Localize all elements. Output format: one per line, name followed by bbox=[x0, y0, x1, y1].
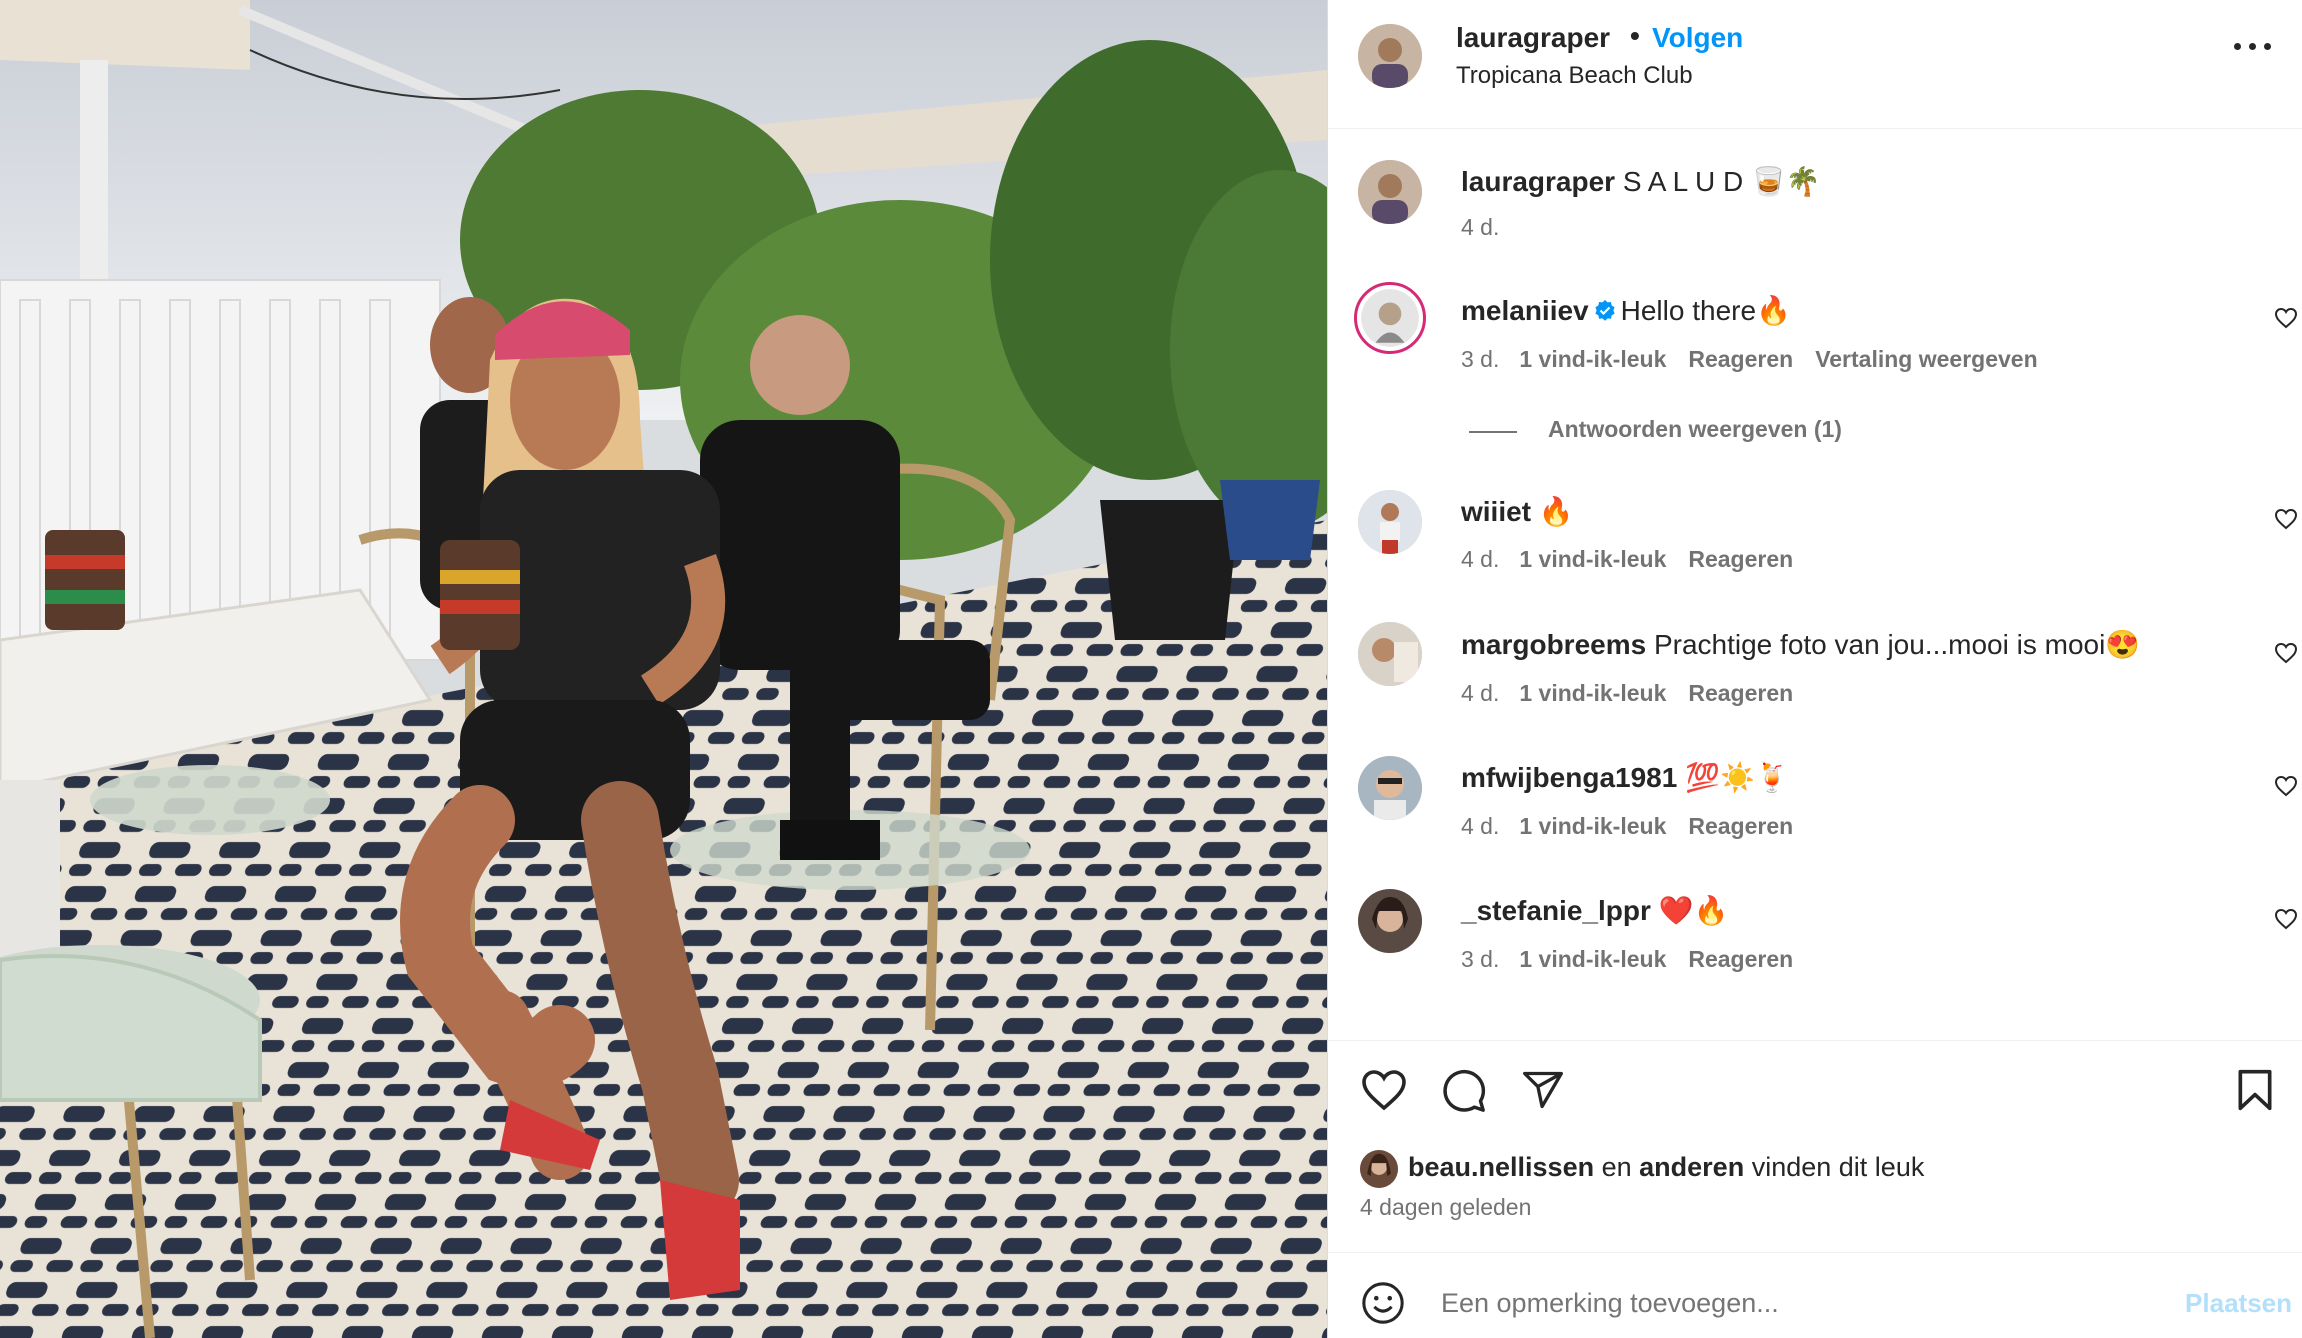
comment-likes-count[interactable]: 1 vind-ik-leuk bbox=[1519, 946, 1666, 972]
comment-text: melaniiev Hello there🔥 bbox=[1461, 294, 1791, 327]
comment-body: ❤️🔥 bbox=[1658, 895, 1729, 926]
comment-body: Prachtige foto van jou...mooi is mooi😍 bbox=[1653, 629, 2141, 660]
comment-avatar[interactable] bbox=[1358, 889, 1422, 953]
comment-meta: 3 d. 1 vind-ik-leuk Reageren Vertaling weer… bbox=[1461, 346, 2060, 373]
caption-time[interactable]: 4 d. bbox=[1461, 214, 1499, 240]
post-timestamp[interactable]: 4 dagen geleden bbox=[1360, 1194, 1531, 1221]
header-divider bbox=[1328, 128, 2302, 129]
location-link[interactable]: Tropicana Beach Club bbox=[1456, 62, 1693, 90]
verified-badge-icon bbox=[1595, 300, 1615, 321]
caption-body: S A L U D 🥃🌴 bbox=[1622, 166, 1821, 197]
comment-username[interactable]: wiiiet bbox=[1461, 496, 1531, 527]
comment-likes-count[interactable]: 1 vind-ik-leuk bbox=[1519, 346, 1666, 372]
reply-button[interactable]: Reageren bbox=[1688, 813, 1793, 839]
comment-time[interactable]: 3 d. bbox=[1461, 346, 1499, 372]
comment-text: wiiiet 🔥 bbox=[1461, 495, 1574, 528]
send-icon[interactable] bbox=[1520, 1068, 1566, 1112]
likes-summary: beau.nellissen en anderen vinden dit leu… bbox=[1408, 1152, 1924, 1183]
comment-likes-count[interactable]: 1 vind-ik-leuk bbox=[1519, 680, 1666, 706]
caption-username[interactable]: lauragraper bbox=[1461, 166, 1615, 197]
comment-text: margobreems Prachtige foto van jou...moo… bbox=[1461, 628, 2140, 661]
liker-avatar[interactable] bbox=[1360, 1150, 1398, 1188]
comment-time[interactable]: 4 d. bbox=[1461, 546, 1499, 572]
comment-text: mfwijbenga1981 💯☀️🍹 bbox=[1461, 761, 1790, 794]
comment-meta: 4 d. 1 vind-ik-leuk Reageren bbox=[1461, 546, 1815, 573]
post-comment-button[interactable]: Plaatsen bbox=[2185, 1288, 2292, 1319]
comment-body: Hello there🔥 bbox=[1620, 295, 1791, 326]
caption-author-avatar[interactable] bbox=[1358, 160, 1422, 224]
comment-avatar-image bbox=[1358, 622, 1422, 686]
comment-time[interactable]: 4 d. bbox=[1461, 680, 1499, 706]
liker-username[interactable]: beau.nellissen bbox=[1408, 1152, 1594, 1182]
comment-avatar-image bbox=[1358, 889, 1422, 953]
comment-avatar-story-ring[interactable] bbox=[1354, 282, 1426, 354]
translate-button[interactable]: Vertaling weergeven bbox=[1815, 346, 2037, 372]
post-side-panel: lauragraper • Volgen Tropicana Beach Clu… bbox=[1327, 0, 2302, 1338]
comment-meta: 4 d. 1 vind-ik-leuk Reageren bbox=[1461, 680, 1815, 707]
comment-meta: 4 d. 1 vind-ik-leuk Reageren bbox=[1461, 813, 1815, 840]
comment-heart-icon[interactable] bbox=[2274, 508, 2298, 530]
comment-likes-count[interactable]: 1 vind-ik-leuk bbox=[1519, 546, 1666, 572]
likes-suffix: vinden dit leuk bbox=[1751, 1152, 1925, 1182]
post-photo[interactable] bbox=[0, 0, 1327, 1338]
comment-username[interactable]: margobreems bbox=[1461, 629, 1646, 660]
comment-heart-icon[interactable] bbox=[2274, 307, 2298, 329]
reply-button[interactable]: Reageren bbox=[1688, 946, 1793, 972]
likes-others-link[interactable]: anderen bbox=[1639, 1152, 1744, 1182]
comment-avatar-image bbox=[1361, 289, 1419, 347]
view-replies-button[interactable]: Antwoorden weergeven (1) bbox=[1548, 416, 1842, 443]
author-avatar[interactable] bbox=[1358, 24, 1422, 88]
comment-likes-count[interactable]: 1 vind-ik-leuk bbox=[1519, 813, 1666, 839]
caption-text: lauragraper S A L U D 🥃🌴 bbox=[1461, 165, 1821, 198]
instagram-post-view: lauragraper • Volgen Tropicana Beach Clu… bbox=[0, 0, 2302, 1338]
reply-button[interactable]: Reageren bbox=[1688, 546, 1793, 572]
comment-meta: 3 d. 1 vind-ik-leuk Reageren bbox=[1461, 946, 1815, 973]
comment-username[interactable]: _stefanie_lppr bbox=[1461, 895, 1651, 926]
heart-icon[interactable] bbox=[1360, 1068, 1408, 1112]
comment-username[interactable]: mfwijbenga1981 bbox=[1461, 762, 1677, 793]
author-username[interactable]: lauragraper bbox=[1456, 22, 1610, 54]
comment-avatar[interactable] bbox=[1358, 490, 1422, 554]
emoji-icon[interactable] bbox=[1360, 1280, 1406, 1326]
reply-button[interactable]: Reageren bbox=[1688, 680, 1793, 706]
comment-avatar-image bbox=[1358, 490, 1422, 554]
more-options-icon[interactable] bbox=[2234, 38, 2274, 54]
follow-button[interactable]: Volgen bbox=[1652, 22, 1743, 54]
caption-avatar-image bbox=[1358, 160, 1422, 224]
actions-divider bbox=[1328, 1040, 2302, 1041]
add-comment-input[interactable] bbox=[1441, 1288, 2141, 1319]
header-separator: • bbox=[1630, 20, 1640, 51]
comment-time[interactable]: 3 d. bbox=[1461, 946, 1499, 972]
comment-box-divider bbox=[1328, 1252, 2302, 1253]
comment-body: 💯☀️🍹 bbox=[1685, 762, 1790, 793]
comment-avatar[interactable] bbox=[1358, 622, 1422, 686]
comment-heart-icon[interactable] bbox=[2274, 908, 2298, 930]
comment-text: _stefanie_lppr ❤️🔥 bbox=[1461, 894, 1728, 927]
comment-heart-icon[interactable] bbox=[2274, 775, 2298, 797]
bookmark-icon[interactable] bbox=[2236, 1068, 2274, 1112]
comment-username[interactable]: melaniiev bbox=[1461, 295, 1589, 326]
comment-icon[interactable] bbox=[1440, 1068, 1488, 1114]
reply-button[interactable]: Reageren bbox=[1688, 346, 1793, 372]
caption-meta: 4 d. bbox=[1461, 214, 1519, 241]
author-avatar-image bbox=[1358, 24, 1422, 88]
comment-body: 🔥 bbox=[1538, 496, 1574, 527]
comment-avatar[interactable] bbox=[1358, 756, 1422, 820]
comment-avatar-image bbox=[1358, 756, 1422, 820]
comment-time[interactable]: 4 d. bbox=[1461, 813, 1499, 839]
liker-avatar-image bbox=[1360, 1150, 1398, 1188]
comment-heart-icon[interactable] bbox=[2274, 642, 2298, 664]
likes-and: en bbox=[1601, 1152, 1632, 1182]
replies-divider bbox=[1469, 431, 1517, 433]
post-photo-illustration bbox=[0, 0, 1327, 1338]
